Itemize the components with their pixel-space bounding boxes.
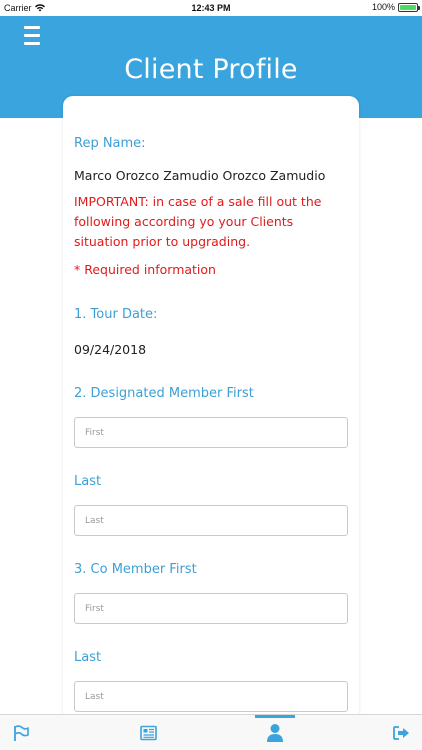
tab-flag[interactable] [1,715,41,750]
page-title: Client Profile [124,54,298,85]
bottom-tab-bar [0,714,422,750]
tour-date-label: 1. Tour Date: [74,307,158,322]
co-member-last-input[interactable] [74,681,348,712]
battery-icon [398,2,420,12]
active-tab-indicator [255,715,295,718]
co-member-last-label: Last [74,650,102,665]
client-profile-card: Rep Name: Marco Orozco Zamudio Orozco Za… [63,96,359,726]
hamburger-menu-icon[interactable] [24,26,42,46]
logout-icon [393,726,409,740]
tour-date-value: 09/24/2018 [74,342,147,357]
designated-member-first-label: 2. Designated Member First [74,386,254,401]
designated-member-last-label: Last [74,474,102,489]
co-member-first-label: 3. Co Member First [74,562,197,577]
clock: 12:43 PM [191,3,231,13]
designated-member-first-input[interactable] [74,417,348,448]
tab-profile[interactable] [255,715,295,750]
required-info-note: * Required information [74,262,216,277]
person-icon [267,724,283,742]
battery-percent: 100% [371,2,395,12]
newspaper-icon [140,725,157,741]
tab-logout[interactable] [381,715,421,750]
rep-name-label: Rep Name: [74,136,146,151]
tab-news[interactable] [128,715,168,750]
battery-status: 100% [371,2,420,12]
important-notice: IMPORTANT: in case of a sale fill out th… [74,194,322,249]
designated-member-last-input[interactable] [74,505,348,536]
co-member-first-input[interactable] [74,593,348,624]
flag-icon [14,725,29,741]
rep-name-value: Marco Orozco Zamudio Orozco Zamudio [74,168,326,183]
status-bar: Carrier 12:43 PM 100% [0,0,422,16]
